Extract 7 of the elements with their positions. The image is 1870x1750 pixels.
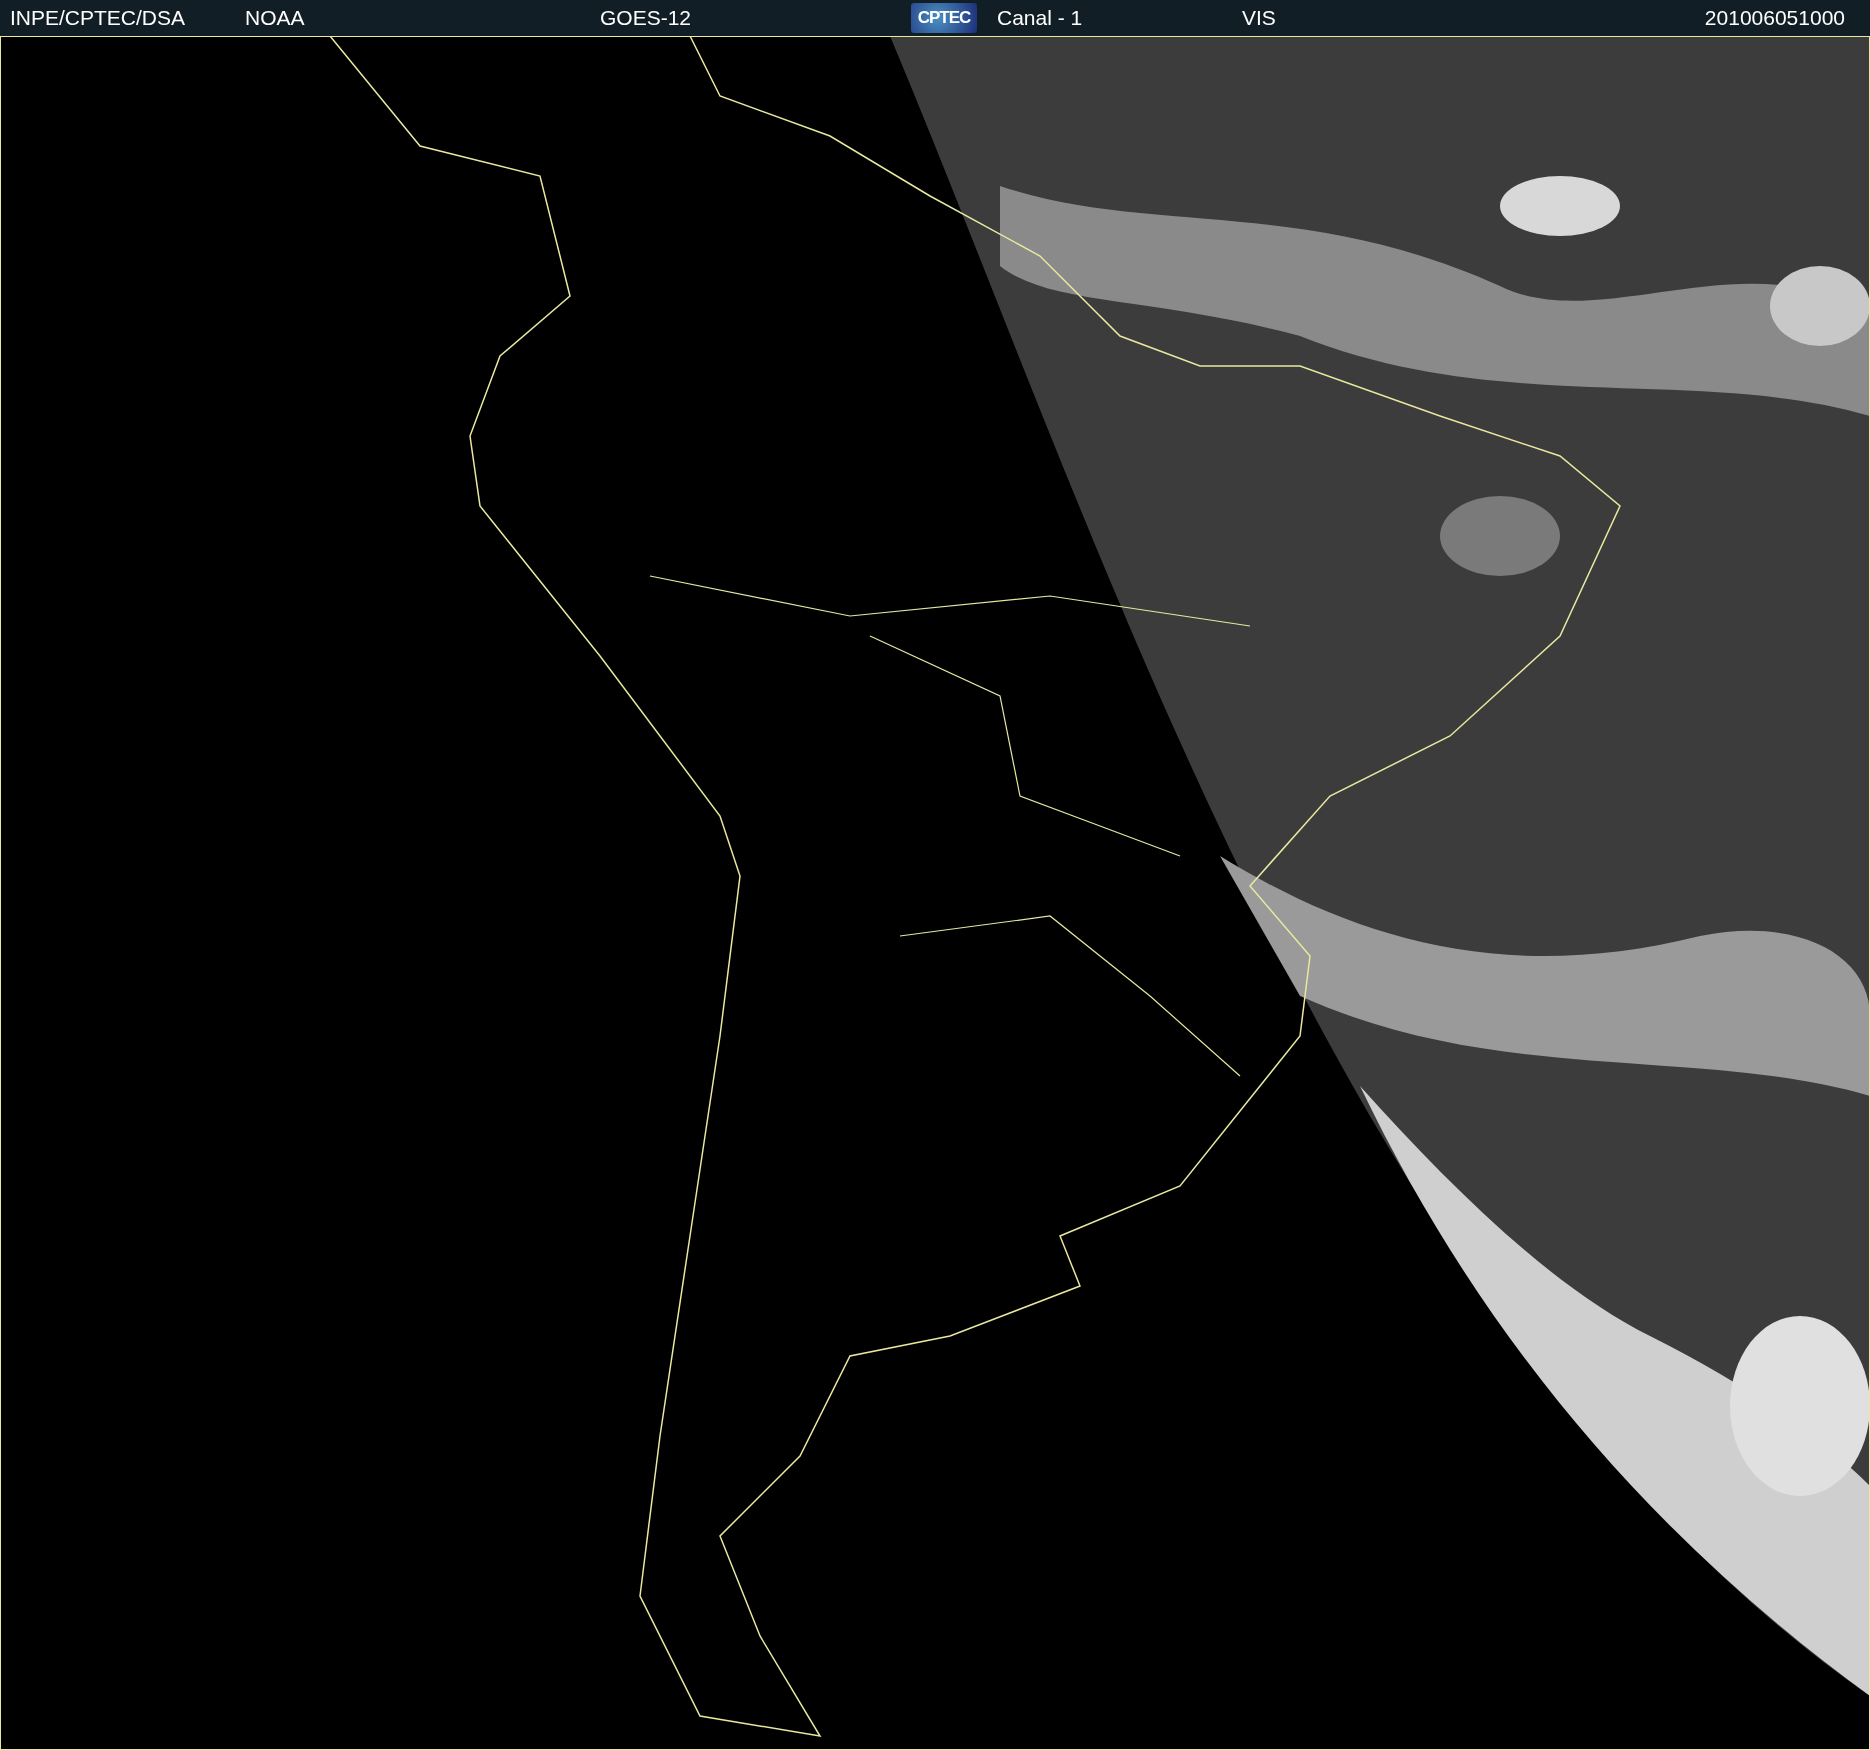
timestamp-label: 201006051000 xyxy=(1703,6,1846,30)
band-label: VIS xyxy=(1241,6,1277,30)
channel-label: Canal - 1 xyxy=(996,6,1084,30)
satellite-label: GOES-12 xyxy=(599,6,693,30)
source-label: INPE/CPTEC/DSA xyxy=(9,6,187,30)
agency-label: NOAA xyxy=(244,6,306,30)
logo: CPTEC xyxy=(911,3,977,33)
